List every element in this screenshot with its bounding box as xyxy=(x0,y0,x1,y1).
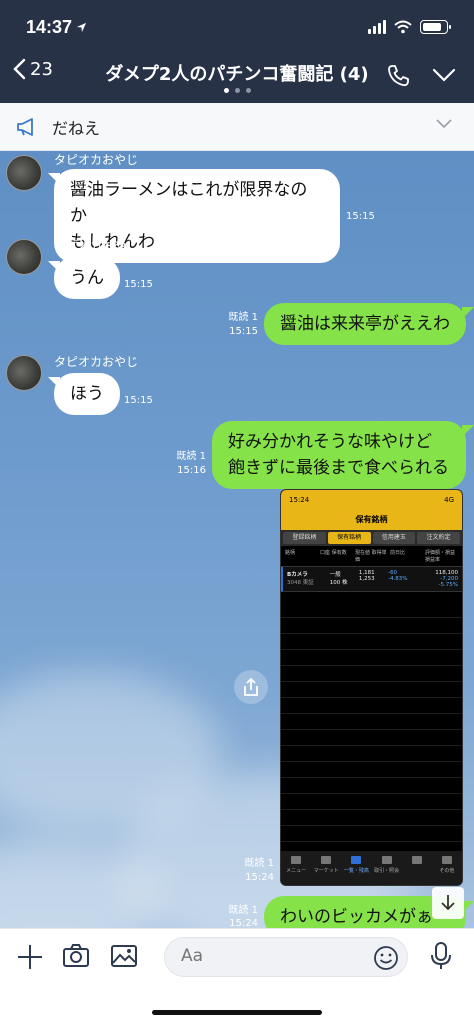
arrow-down-icon xyxy=(441,895,455,911)
share-icon xyxy=(244,677,258,696)
chat-area[interactable]: タピオカおやじ 醤油ラーメンはこれが限界なのか もしれんわ 15:15 タピオカ… xyxy=(0,151,474,928)
status-bar: 14:37 xyxy=(26,14,451,40)
avatar[interactable] xyxy=(6,355,42,391)
sender-name: タピオカおやじ xyxy=(54,355,139,369)
message-time: 15:24 xyxy=(245,872,274,883)
announcement-text: だねえ xyxy=(52,118,101,138)
emoji-icon[interactable] xyxy=(373,945,399,971)
message-bubble[interactable]: うん xyxy=(54,257,120,299)
location-arrow-icon xyxy=(76,22,87,32)
microphone-icon[interactable] xyxy=(428,941,454,971)
message-bubble[interactable]: 好み分かれそうな味やけど 飽きずに最後まで食べられる xyxy=(212,421,466,489)
image-icon[interactable] xyxy=(110,943,138,969)
avatar[interactable] xyxy=(6,239,42,275)
read-status: 既読 1 xyxy=(228,312,258,323)
chevron-down-icon[interactable] xyxy=(436,119,452,129)
message-bubble[interactable]: 醤油は来来亭がええわ xyxy=(264,303,466,345)
message-bubble[interactable]: ほう xyxy=(54,373,120,415)
message-time: 15:15 xyxy=(124,279,153,290)
sender-name: タピオカおやじ xyxy=(54,153,139,167)
megaphone-icon xyxy=(17,118,33,136)
read-status: 既読 1 xyxy=(176,451,206,462)
message-time: 15:15 xyxy=(346,211,375,222)
message-text-field[interactable] xyxy=(181,946,361,966)
phone-icon[interactable] xyxy=(386,64,410,88)
message-time: 15:16 xyxy=(177,465,206,476)
home-indicator xyxy=(152,1010,322,1015)
message-time: 15:15 xyxy=(229,326,258,337)
image-message[interactable]: 15:24 4G 保有銘柄 登録銘柄 保有銘柄 信用建玉 注文約定 銘柄 口座 … xyxy=(280,489,463,886)
signal-icon xyxy=(368,20,386,34)
message-input-bar xyxy=(0,928,474,1024)
read-status: 既読 1 xyxy=(244,858,274,869)
sender-name: タピオカおやじ xyxy=(54,239,139,253)
share-button[interactable] xyxy=(234,670,268,704)
avatar[interactable] xyxy=(6,155,42,191)
chat-header: 14:37 23 ダメプ2人のパチンコ奮闘記 (4) xyxy=(0,0,474,103)
plus-icon[interactable] xyxy=(16,943,44,971)
scroll-to-bottom-button[interactable] xyxy=(432,887,464,919)
status-time: 14:37 xyxy=(26,16,73,37)
page-dots xyxy=(0,88,474,93)
chevron-down-icon[interactable] xyxy=(432,68,456,82)
camera-icon[interactable] xyxy=(62,943,90,969)
message-time: 15:24 xyxy=(229,918,258,928)
stock-row: Bカメラ 3048 東証 一般 100 株 1,181 1,253 -60 -4.83%… xyxy=(281,567,462,592)
read-status: 既読 1 xyxy=(228,905,258,916)
message-time: 15:15 xyxy=(124,395,153,406)
announcement-bar[interactable]: だねえ xyxy=(0,103,474,151)
message-input[interactable] xyxy=(164,937,408,977)
wifi-icon xyxy=(394,20,412,34)
battery-icon xyxy=(420,20,451,34)
